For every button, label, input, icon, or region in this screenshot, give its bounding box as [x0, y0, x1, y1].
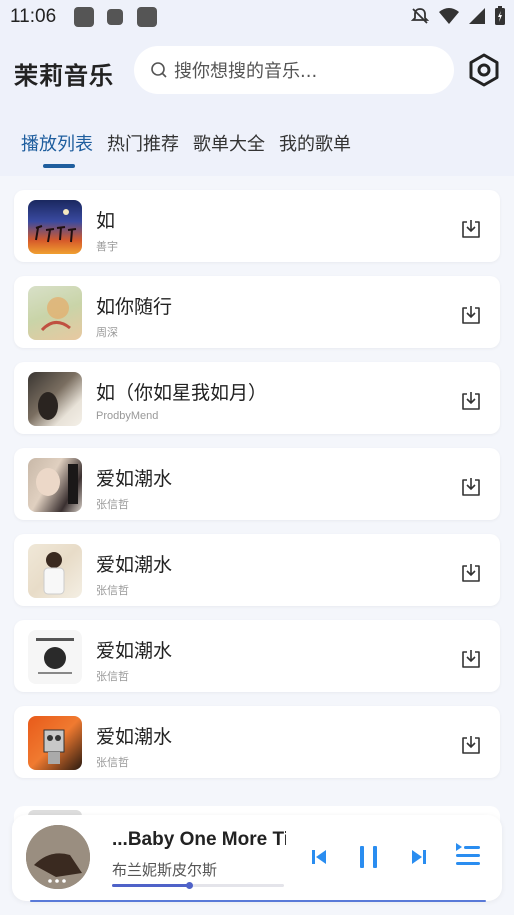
signal-icon: [469, 8, 485, 24]
album-cover: [28, 716, 82, 770]
tab-playlists-all[interactable]: 歌单大全: [193, 130, 265, 168]
download-icon[interactable]: [460, 648, 482, 670]
song-artist: 张信哲: [96, 585, 129, 597]
download-icon[interactable]: [460, 476, 482, 498]
settings-hexagon-icon[interactable]: [466, 52, 502, 88]
song-item[interactable]: 爱如潮水 张信哲: [14, 706, 500, 778]
status-icons: [410, 6, 506, 26]
song-title: 爱如潮水: [96, 468, 173, 490]
album-cover: [28, 544, 82, 598]
progress-bar[interactable]: [112, 882, 284, 889]
dnd-off-icon: [410, 8, 430, 24]
download-icon[interactable]: [460, 734, 482, 756]
wifi-icon: [439, 8, 459, 24]
app-header: 茉莉音乐 搜你想搜的音乐... 播放列表 热门推荐 歌单大全 我的歌单: [0, 34, 514, 176]
song-item[interactable]: 如（你如星我如月） ProdbyMend: [14, 362, 500, 434]
song-item[interactable]: 爱如潮水 张信哲: [14, 620, 500, 692]
song-title: 爱如潮水: [96, 726, 173, 748]
download-icon[interactable]: [460, 218, 482, 240]
song-artist: 张信哲: [96, 499, 129, 511]
status-bar: 11:06: [0, 0, 514, 34]
mini-player[interactable]: ...Baby One More Time 布兰妮斯皮尔斯: [12, 815, 502, 901]
album-cover: [28, 286, 82, 340]
playlist-queue-icon[interactable]: [454, 841, 482, 871]
download-icon[interactable]: [460, 390, 482, 412]
progress-knob[interactable]: [185, 882, 193, 889]
bottom-indicator: [30, 900, 486, 902]
tab-bar: 播放列表 热门推荐 歌单大全 我的歌单: [21, 130, 351, 168]
notification-icon-2: [137, 7, 157, 27]
album-cover: [28, 200, 82, 254]
status-time: 11:06: [10, 6, 57, 27]
song-item[interactable]: 爱如潮水 张信哲: [14, 448, 500, 520]
song-title: 如（你如星我如月）: [96, 382, 268, 404]
next-icon[interactable]: [410, 848, 428, 866]
song-artist: 张信哲: [96, 757, 129, 769]
album-cover: [28, 458, 82, 512]
pause-icon[interactable]: [358, 844, 380, 870]
song-artist: 善宇: [96, 241, 118, 253]
tab-playlist[interactable]: 播放列表: [21, 130, 93, 168]
battery-icon: [495, 6, 505, 25]
player-cover[interactable]: [26, 825, 90, 889]
search-placeholder: 搜你想搜的音乐...: [174, 61, 318, 82]
notification-icon: [74, 7, 94, 27]
player-artist: 布兰妮斯皮尔斯: [112, 861, 218, 879]
song-title: 如: [96, 210, 116, 232]
album-cover: [28, 630, 82, 684]
tab-my-playlists[interactable]: 我的歌单: [279, 130, 351, 168]
download-icon[interactable]: [460, 562, 482, 584]
album-cover: [28, 372, 82, 426]
song-artist: ProdbyMend: [96, 410, 159, 422]
progress-fill: [112, 884, 190, 887]
search-icon: [151, 62, 167, 78]
search-bar[interactable]: 搜你想搜的音乐...: [134, 46, 454, 94]
song-title: 如你随行: [96, 296, 173, 318]
song-title: 爱如潮水: [96, 554, 173, 576]
song-item[interactable]: 如你随行 周深: [14, 276, 500, 348]
previous-icon[interactable]: [310, 848, 328, 866]
song-item[interactable]: 爱如潮水 张信哲: [14, 534, 500, 606]
app-notification-icon: [107, 9, 123, 25]
song-item[interactable]: 如 善宇: [14, 190, 500, 262]
song-artist: 周深: [96, 327, 118, 339]
download-icon[interactable]: [460, 304, 482, 326]
app-title: 茉莉音乐: [14, 62, 114, 90]
song-artist: 张信哲: [96, 671, 129, 683]
player-song-title: ...Baby One More Time: [112, 829, 286, 850]
tab-hot-recommend[interactable]: 热门推荐: [107, 130, 179, 168]
song-title: 爱如潮水: [96, 640, 173, 662]
